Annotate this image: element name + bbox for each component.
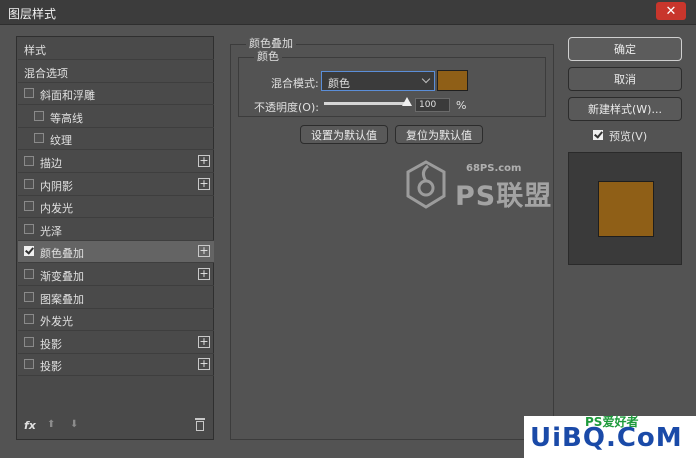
overlay-color-swatch[interactable] — [437, 70, 468, 91]
style-item-label: 颜色叠加 — [40, 247, 84, 261]
blend-mode-label: 混合模式: — [271, 77, 319, 90]
opacity-unit: % — [456, 99, 467, 112]
close-button[interactable]: ✕ — [656, 2, 686, 20]
preview-checkbox[interactable] — [593, 130, 603, 140]
add-effect-button[interactable]: + — [198, 358, 210, 371]
add-effect-button[interactable]: + — [198, 335, 210, 348]
watermark-site: 68PS.com — [466, 163, 522, 174]
style-checkbox[interactable] — [24, 336, 34, 347]
add-effect-button[interactable]: + — [198, 268, 210, 280]
opacity-label: 不透明度(O): — [254, 101, 319, 114]
style-checkbox[interactable] — [24, 156, 34, 166]
style-item-label: 外发光 — [40, 315, 73, 329]
style-checkbox[interactable] — [24, 246, 34, 257]
preview-swatch — [598, 181, 654, 237]
opacity-slider-thumb[interactable] — [402, 97, 412, 106]
style-checkbox[interactable] — [24, 359, 34, 370]
style-checkbox[interactable] — [24, 269, 34, 279]
style-item-label: 渐变叠加 — [40, 270, 84, 283]
blend-mode-select[interactable]: 颜色 — [321, 71, 435, 91]
style-item-label: 图案叠加 — [40, 292, 84, 306]
move-down-icon[interactable]: ⬇ — [70, 419, 78, 430]
style-item[interactable]: 内发光 — [18, 196, 214, 219]
set-default-button[interactable]: 设置为默认值 — [300, 125, 388, 144]
styles-list-footer: fx ⬆ ⬇ — [17, 413, 213, 439]
reset-default-button[interactable]: 复位为默认值 — [395, 125, 483, 144]
style-checkbox[interactable] — [34, 133, 44, 144]
title-bar: 图层样式 ✕ — [0, 0, 696, 25]
style-item-label: 内阴影 — [40, 179, 73, 193]
style-item-label: 混合选项 — [24, 66, 68, 80]
style-item[interactable]: 渐变叠加 + — [18, 264, 214, 286]
style-item-label: 斜面和浮雕 — [40, 89, 95, 103]
ok-button[interactable]: 确定 — [568, 37, 682, 61]
style-checkbox[interactable] — [24, 291, 34, 302]
add-effect-button[interactable]: + — [198, 177, 210, 190]
style-item[interactable]: 斜面和浮雕 — [18, 83, 214, 106]
style-item[interactable]: 颜色叠加 + — [18, 241, 214, 264]
watermark-brand: PS联盟 — [455, 181, 553, 212]
style-item[interactable]: 样式 — [18, 38, 214, 60]
style-item-label: 内发光 — [40, 202, 73, 216]
style-item-label: 光泽 — [40, 224, 62, 238]
window-title: 图层样式 — [8, 7, 57, 21]
ps-logo-icon — [406, 160, 446, 209]
style-item[interactable]: 内阴影 + — [18, 174, 214, 196]
style-item-label: 投影 — [40, 337, 62, 351]
corner-watermark-logo: UiBQ.CoM — [530, 423, 683, 453]
chevron-down-icon — [421, 74, 431, 84]
new-style-button[interactable]: 新建样式(W)... — [568, 97, 682, 121]
style-checkbox[interactable] — [24, 88, 34, 99]
add-effect-button[interactable]: + — [198, 245, 210, 258]
styles-list: 样式混合选项斜面和浮雕等高线纹理描边 + 内阴影 + 内发光光泽颜色叠加 + 渐变叠加 + 图案… — [16, 36, 214, 440]
style-checkbox[interactable] — [24, 223, 34, 234]
style-item[interactable]: 图案叠加 — [18, 287, 214, 309]
move-up-icon[interactable]: ⬆ — [47, 419, 55, 430]
cancel-button[interactable]: 取消 — [568, 67, 682, 91]
trash-icon[interactable] — [195, 418, 205, 431]
style-item-label: 样式 — [24, 44, 46, 57]
style-item-label: 纹理 — [50, 134, 72, 148]
add-effect-button[interactable]: + — [198, 155, 210, 167]
style-item-label: 等高线 — [50, 111, 83, 125]
style-item[interactable]: 描边 + — [18, 151, 214, 173]
style-item-label: 描边 — [40, 157, 62, 170]
blend-mode-value: 颜色 — [328, 77, 350, 90]
style-item[interactable]: 等高线 — [18, 106, 214, 128]
group-title: 颜色 — [254, 48, 282, 64]
style-checkbox[interactable] — [24, 178, 34, 189]
style-item[interactable]: 投影 + — [18, 332, 214, 354]
style-preview — [568, 152, 682, 265]
style-checkbox[interactable] — [24, 201, 34, 212]
style-item[interactable]: 混合选项 — [18, 61, 214, 83]
style-checkbox[interactable] — [24, 314, 34, 325]
style-item[interactable]: 投影 + — [18, 354, 214, 377]
opacity-input[interactable]: 100 — [415, 98, 450, 112]
style-item-label: 投影 — [40, 360, 62, 374]
opacity-slider-track[interactable] — [324, 102, 410, 105]
preview-label: 预览(V) — [609, 130, 648, 143]
style-item[interactable]: 纹理 — [18, 128, 214, 151]
style-item[interactable]: 光泽 — [18, 219, 214, 241]
style-item[interactable]: 外发光 — [18, 309, 214, 332]
style-checkbox[interactable] — [34, 110, 44, 121]
close-icon: ✕ — [665, 3, 677, 19]
fx-icon[interactable]: fx — [24, 419, 36, 432]
